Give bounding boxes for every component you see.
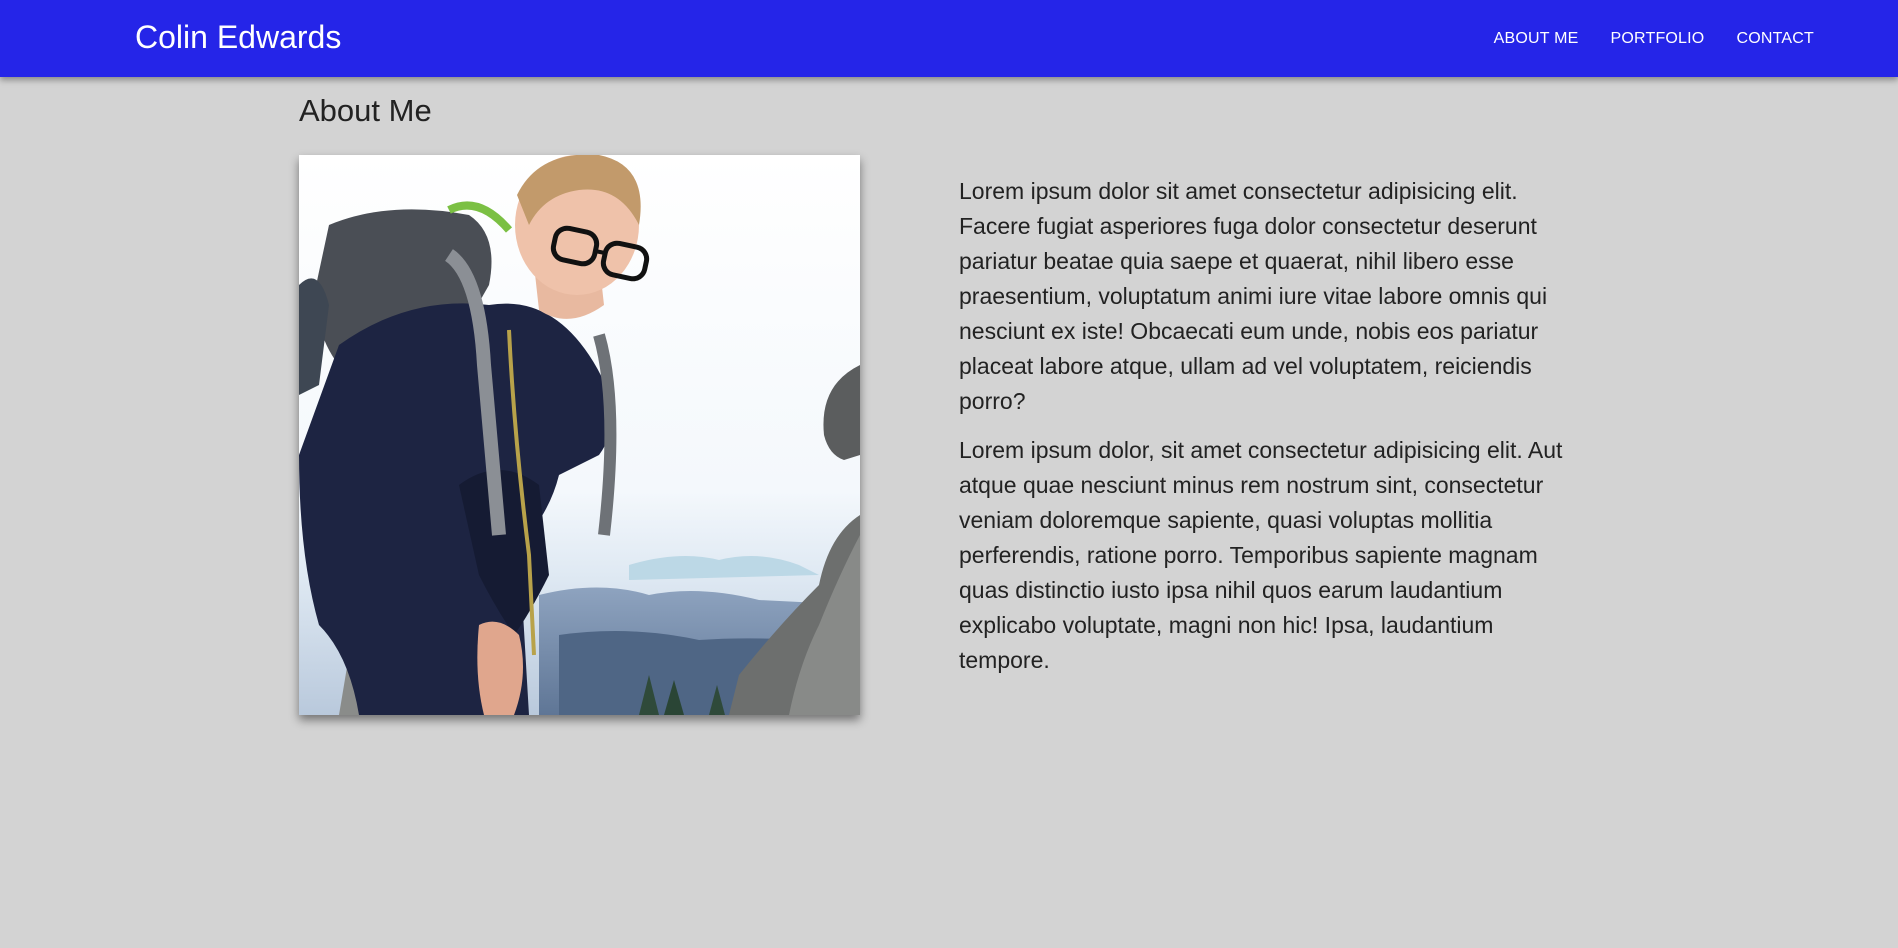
hiker-photo-illustration: [299, 155, 860, 715]
nav-link-about-me[interactable]: ABOUT ME: [1494, 30, 1579, 48]
about-text: Lorem ipsum dolor sit amet consectetur a…: [959, 174, 1579, 692]
nav-link-portfolio[interactable]: PORTFOLIO: [1610, 30, 1704, 48]
bio-paragraph-1: Lorem ipsum dolor sit amet consectetur a…: [959, 178, 1548, 414]
brand-link[interactable]: Colin Edwards: [135, 18, 341, 56]
profile-photo: [299, 155, 860, 715]
nav-link-contact[interactable]: CONTACT: [1736, 30, 1814, 48]
nav-menu: ABOUT ME PORTFOLIO CONTACT: [1494, 0, 1814, 77]
page-title: About Me: [299, 93, 432, 128]
bio-paragraph-2: Lorem ipsum dolor, sit amet consectetur …: [959, 437, 1563, 673]
top-navbar: Colin Edwards ABOUT ME PORTFOLIO CONTACT: [0, 0, 1898, 77]
